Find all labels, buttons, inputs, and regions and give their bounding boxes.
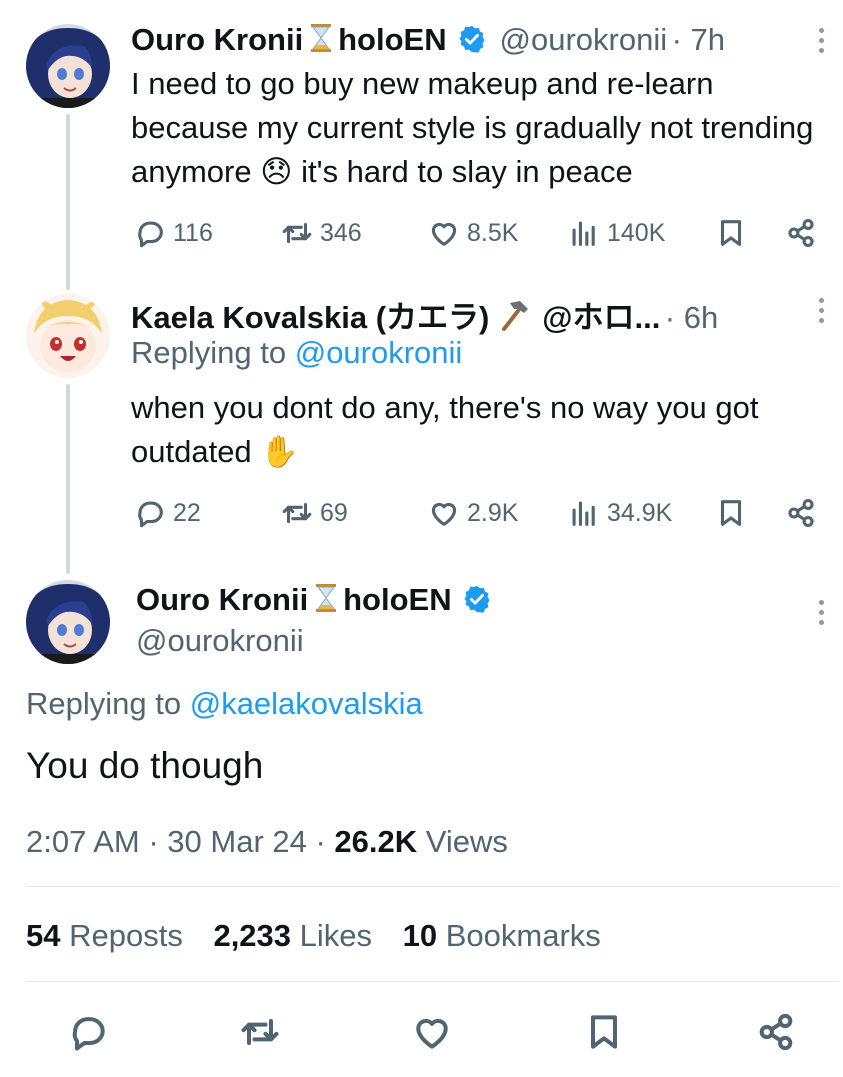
main-tweet-header: Ouro Kronii holoEN <box>136 582 492 618</box>
views-button[interactable]: 34.9K <box>567 496 672 530</box>
share-button[interactable] <box>784 496 824 530</box>
reply-icon <box>138 221 163 248</box>
repost-count: 346 <box>320 218 362 247</box>
author-handle[interactable]: @ourokronii <box>500 22 668 57</box>
thread-line <box>66 114 70 290</box>
author-handle[interactable]: @ourokronii <box>136 623 304 659</box>
like-count: 8.5K <box>467 218 519 247</box>
bookmark-icon <box>720 500 742 526</box>
share-button[interactable] <box>784 216 824 250</box>
avatar-image <box>26 294 110 378</box>
reply-button[interactable] <box>66 1010 110 1054</box>
like-icon <box>431 502 457 526</box>
tweet-2-text: when you dont do any, there's no way you… <box>131 390 759 469</box>
author-name[interactable]: Kaela Kovalskia (カエラ) <box>131 300 489 335</box>
hammer-icon <box>498 299 532 336</box>
like-count: 2.9K <box>467 498 519 527</box>
author-name-suffix[interactable]: holoEN <box>338 22 447 57</box>
verified-badge-icon <box>464 585 490 613</box>
bookmarks-stat[interactable]: 10 Bookmarks <box>403 918 601 953</box>
like-icon <box>416 1019 448 1049</box>
bookmark-icon <box>590 1015 618 1049</box>
reposts-stat[interactable]: 54 Reposts <box>26 918 183 953</box>
tweet-1-header: Ouro Kronii holoEN @ourokronii · 7h <box>131 22 725 58</box>
avatar-ourokronii[interactable] <box>26 580 110 664</box>
author-name[interactable]: Ouro Kronii <box>131 22 303 57</box>
divider <box>26 886 839 887</box>
repost-icon <box>282 502 312 524</box>
reply-button[interactable]: 22 <box>133 496 201 530</box>
more-options-icon[interactable] <box>815 600 827 630</box>
more-options-icon[interactable] <box>815 298 827 328</box>
divider <box>26 981 839 982</box>
replying-to-handle[interactable]: @kaelakovalskia <box>190 686 423 721</box>
repost-icon <box>282 222 312 244</box>
repost-button[interactable] <box>238 1010 282 1054</box>
like-button[interactable] <box>410 1010 454 1054</box>
more-options-icon[interactable] <box>815 28 827 58</box>
bookmark-icon <box>720 220 742 246</box>
replying-to-label: Replying to <box>26 686 182 721</box>
views-button[interactable]: 140K <box>567 216 665 250</box>
tweet-timestamp[interactable]: 2:07 AM · 30 Mar 24 · <box>26 824 334 859</box>
avatar-kaelakovalskia[interactable] <box>26 294 110 378</box>
reply-button[interactable]: 116 <box>133 216 213 250</box>
tweet-1-text: I need to go buy new makeup and re-learn… <box>131 66 814 189</box>
share-button[interactable] <box>754 1010 798 1054</box>
author-handle[interactable]: @ホロ... <box>542 300 660 335</box>
repost-count: 69 <box>320 498 348 527</box>
bookmark-button[interactable] <box>714 496 754 530</box>
verified-badge-icon <box>459 25 485 53</box>
tweet-time[interactable]: · 7h <box>672 22 725 57</box>
main-tweet-text: You do though <box>26 745 264 786</box>
tweet-2-header: Kaela Kovalskia (カエラ) @ホロ... · 6h <box>131 292 718 337</box>
repost-button[interactable]: 69 <box>280 496 348 530</box>
views-count: 140K <box>607 218 666 247</box>
bookmarks-label: Bookmarks <box>437 918 601 953</box>
avatar-image <box>26 24 110 108</box>
tweet-time[interactable]: · 6h <box>665 300 718 335</box>
repost-icon <box>241 1018 279 1046</box>
replying-to-label: Replying to <box>131 335 287 370</box>
hourglass-icon <box>315 583 337 618</box>
author-name[interactable]: Ouro Kronii <box>136 582 308 617</box>
reposts-label: Reposts <box>60 918 183 953</box>
thread-line <box>66 384 70 574</box>
tweet-meta: 2:07 AM · 30 Mar 24 · 26.2K Views <box>26 824 508 860</box>
bookmark-button[interactable] <box>582 1010 626 1054</box>
likes-stat[interactable]: 2,233 Likes <box>213 918 372 953</box>
replying-to: Replying to @kaelakovalskia <box>26 686 423 722</box>
reply-count: 22 <box>173 498 201 527</box>
replying-to: Replying to @ourokronii <box>131 335 462 371</box>
like-button[interactable]: 8.5K <box>427 216 518 250</box>
views-count: 34.9K <box>607 498 673 527</box>
likes-label: Likes <box>291 918 373 953</box>
share-icon <box>788 498 814 528</box>
avatar-ourokronii[interactable] <box>26 24 110 108</box>
likes-count: 2,233 <box>213 918 292 953</box>
reposts-count: 54 <box>26 918 61 953</box>
engagement-stats: 54 Reposts 2,233 Likes 10 Bookmarks <box>26 918 601 954</box>
views-count: 26.2K <box>334 824 418 859</box>
hourglass-icon <box>310 23 332 58</box>
replying-to-handle[interactable]: @ourokronii <box>295 335 463 370</box>
views-icon <box>572 221 595 246</box>
like-icon <box>431 222 457 246</box>
repost-button[interactable]: 346 <box>280 216 362 250</box>
reply-icon <box>72 1017 105 1051</box>
bookmark-button[interactable] <box>714 216 754 250</box>
reply-count: 116 <box>173 218 213 247</box>
share-icon <box>788 218 814 248</box>
views-icon <box>572 501 595 526</box>
share-icon <box>759 1013 793 1051</box>
avatar-image <box>26 580 110 664</box>
reply-icon <box>138 501 163 528</box>
author-name-suffix[interactable]: holoEN <box>343 582 452 617</box>
bookmarks-count: 10 <box>402 918 438 953</box>
views-label: Views <box>417 824 508 859</box>
like-button[interactable]: 2.9K <box>427 496 518 530</box>
